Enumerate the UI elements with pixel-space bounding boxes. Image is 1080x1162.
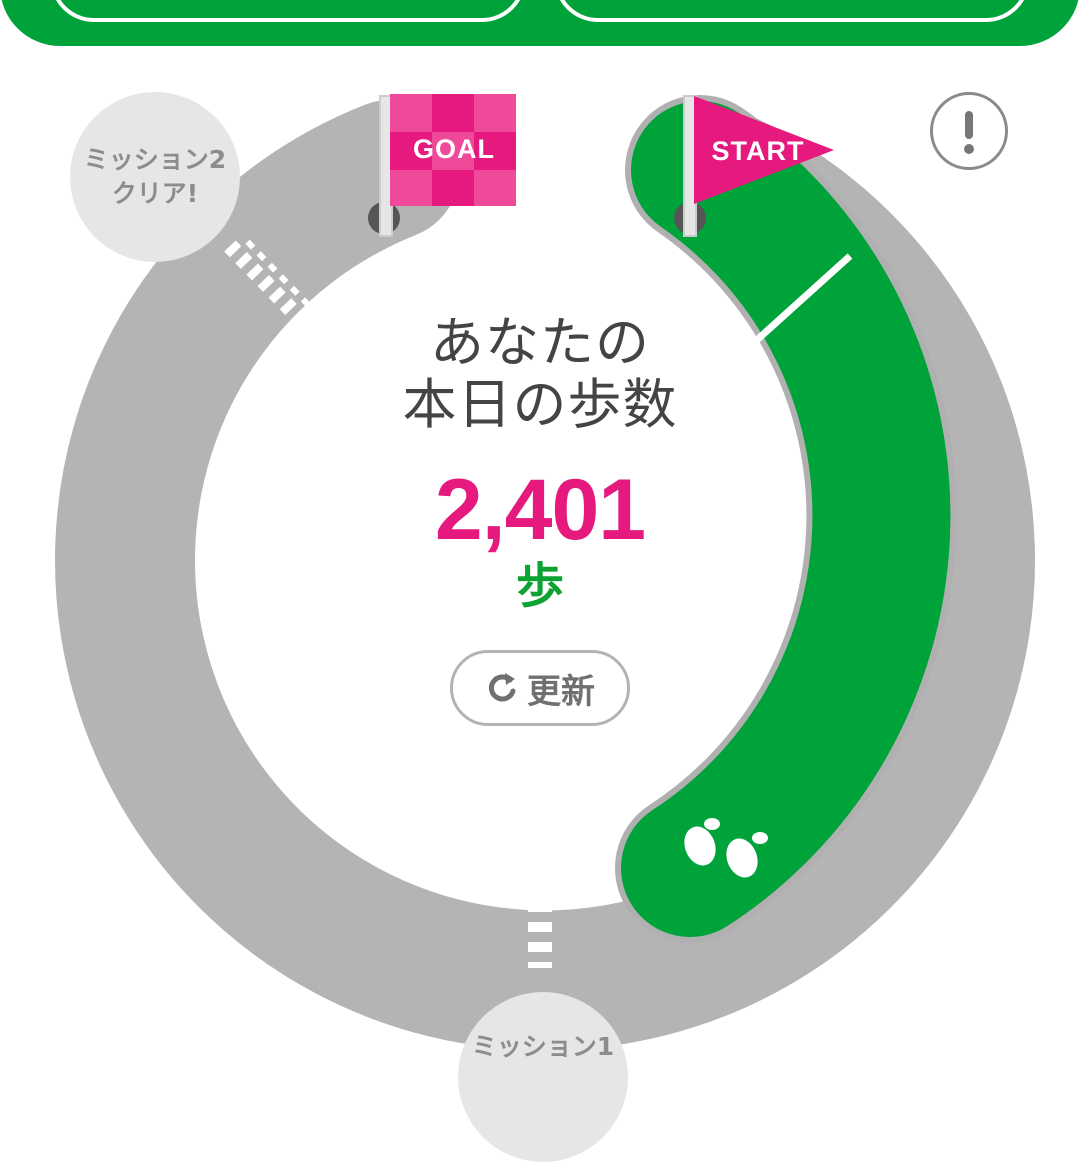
- steps-heading-line1: あなたの: [430, 311, 650, 374]
- step-unit: 歩: [515, 558, 564, 614]
- mission1-title: ミッション1: [471, 1032, 615, 1061]
- start-flag-label: START: [711, 136, 805, 166]
- refresh-button[interactable]: 更新: [450, 650, 630, 726]
- info-button[interactable]: [930, 92, 1008, 170]
- mission1-bubble: ミッション1: [458, 992, 628, 1162]
- mission2-status: クリア!: [111, 179, 199, 208]
- refresh-icon: [488, 673, 516, 702]
- goal-flag-label: GOAL: [413, 134, 495, 164]
- exclamation-icon: [964, 111, 974, 154]
- steps-heading: あなたの 本日の歩数: [340, 312, 740, 436]
- steps-heading-line2: 本日の歩数: [402, 373, 678, 436]
- mission2-title: ミッション2: [83, 145, 227, 174]
- step-count: 2,401: [434, 462, 646, 558]
- refresh-button-label: 更新: [527, 671, 595, 712]
- mission2-bubble: ミッション2 クリア!: [70, 92, 240, 262]
